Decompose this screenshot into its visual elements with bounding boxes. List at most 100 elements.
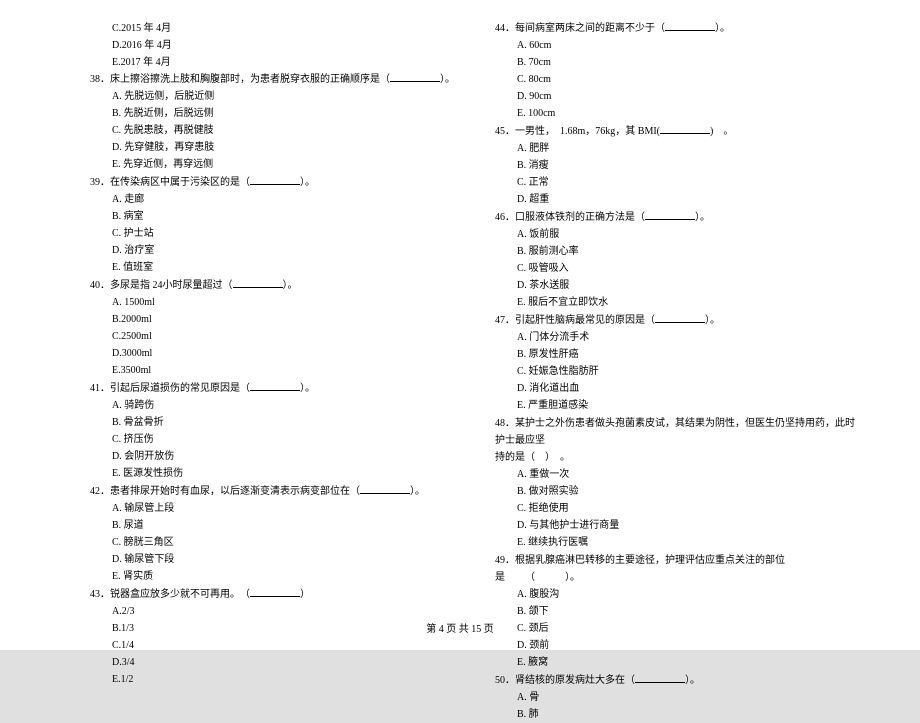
option: D. 会阴开放伤 [90,448,455,465]
option: B. 做对照实验 [495,483,860,500]
question-text: 38．床上擦浴擦洗上肢和胸腹部时，为患者脱穿衣服的正确顺序是（）。 [90,71,455,88]
question-text: 48．某护士之外伤患者做头孢菌素皮试，其结果为阴性，但医生仍坚持用药，此时护士最… [495,415,860,449]
option: C.2500ml [90,328,455,345]
option: E.3500ml [90,362,455,379]
option: B. 尿道 [90,517,455,534]
option: E. 医源发性损伤 [90,465,455,482]
option: A. 肥胖 [495,140,860,157]
answer-blank[interactable] [233,277,283,288]
option: C.1/4 [90,637,455,654]
answer-blank[interactable] [250,380,300,391]
option: B.2000ml [90,311,455,328]
question-49: 49．根据乳腺癌淋巴转移的主要途径，护理评估应重点关注的部位是 （ ）。 A. … [495,552,860,671]
option: E. 值班室 [90,259,455,276]
option: E. 继续执行医嘱 [495,534,860,551]
question-text: 43．锐器盒应放多少就不可再用。 （） [90,586,455,603]
option: A. 骑跨伤 [90,397,455,414]
question-48: 48．某护士之外伤患者做头孢菌素皮试，其结果为阴性，但医生仍坚持用药，此时护士最… [495,415,860,551]
option: D. 90cm [495,88,860,105]
answer-blank[interactable] [360,483,410,494]
question-text: 40．多尿是指 24小时尿量超过（）。 [90,277,455,294]
page-footer: 第 4 页 共 15 页 [0,620,920,635]
question-42: 42．患者排尿开始时有血尿，以后逐渐变清表示病变部位在（）。 A. 输尿管上段 … [90,483,455,585]
right-column: 44．每间病室两床之间的距离不少于（）。 A. 60cm B. 70cm C. … [495,20,860,580]
option: D.3/4 [90,654,455,671]
left-column: C.2015 年 4月 D.2016 年 4月 E.2017 年 4月 38．床… [90,20,455,580]
option: A.2/3 [90,603,455,620]
question-text: 41．引起后尿道损伤的常见原因是（）。 [90,380,455,397]
question-text-line2: 持的是（ ） 。 [495,449,860,466]
question-38: 38．床上擦浴擦洗上肢和胸腹部时，为患者脱穿衣服的正确顺序是（）。 A. 先脱远… [90,71,455,173]
option: A. 骨 [495,689,860,706]
question-text: 47．引起肝性脑病最常见的原因是（）。 [495,312,860,329]
answer-blank[interactable] [635,672,685,683]
option: E. 严重胆道感染 [495,397,860,414]
option: A. 腹股沟 [495,586,860,603]
option: C. 护士站 [90,225,455,242]
option: A. 输尿管上段 [90,500,455,517]
option: D. 茶水送服 [495,277,860,294]
question-46: 46．口服液体铁剂的正确方法是（）。 A. 饭前服 B. 服前测心率 C. 吸管… [495,209,860,311]
question-text: 44．每间病室两床之间的距离不少于（）。 [495,20,860,37]
answer-blank[interactable] [665,20,715,31]
option: A. 走廊 [90,191,455,208]
question-50: 50．肾结核的原发病灶大多在（）。 A. 骨 B. 肺 [495,672,860,723]
option: C. 妊娠急性脂肪肝 [495,363,860,380]
option: B. 先脱近侧，后脱远侧 [90,105,455,122]
option: E. 腋窝 [495,654,860,671]
option: B. 服前测心率 [495,243,860,260]
option: D. 颈前 [495,637,860,654]
question-40: 40．多尿是指 24小时尿量超过（）。 A. 1500ml B.2000ml C… [90,277,455,379]
option: B. 病室 [90,208,455,225]
option: C. 吸管吸入 [495,260,860,277]
option: C. 膀胱三角区 [90,534,455,551]
two-column-layout: C.2015 年 4月 D.2016 年 4月 E.2017 年 4月 38．床… [90,20,860,580]
option: A. 饭前服 [495,226,860,243]
option: A. 1500ml [90,294,455,311]
option: D.3000ml [90,345,455,362]
option: D. 治疗室 [90,242,455,259]
option: D. 消化道出血 [495,380,860,397]
option: A. 60cm [495,37,860,54]
footer-text: 第 4 页 共 15 页 [426,624,494,635]
option: E. 先穿近侧，再穿远侧 [90,156,455,173]
option: C.2015 年 4月 [90,20,455,37]
option: A. 重做一次 [495,466,860,483]
option: B. 消瘦 [495,157,860,174]
question-45: 45．一男性， 1.68m，76kg，其 BMI() 。 A. 肥胖 B. 消瘦… [495,123,860,208]
question-47: 47．引起肝性脑病最常见的原因是（）。 A. 门体分流手术 B. 原发性肝癌 C… [495,312,860,414]
answer-blank[interactable] [390,71,440,82]
option: C. 拒绝使用 [495,500,860,517]
option: B. 骨盆骨折 [90,414,455,431]
question-text: 45．一男性， 1.68m，76kg，其 BMI() 。 [495,123,860,140]
option: D. 输尿管下段 [90,551,455,568]
option: B. 颌下 [495,603,860,620]
question-43: 43．锐器盒应放多少就不可再用。 （） A.2/3 B.1/3 C.1/4 D.… [90,586,455,688]
option: D. 超重 [495,191,860,208]
answer-blank[interactable] [250,174,300,185]
option: D.2016 年 4月 [90,37,455,54]
answer-blank[interactable] [660,123,710,134]
option: A. 门体分流手术 [495,329,860,346]
option: C. 80cm [495,71,860,88]
question-text: 46．口服液体铁剂的正确方法是（）。 [495,209,860,226]
option: E. 100cm [495,105,860,122]
exam-page: C.2015 年 4月 D.2016 年 4月 E.2017 年 4月 38．床… [0,0,920,650]
option: E. 肾实质 [90,568,455,585]
option: D. 与其他护士进行商量 [495,517,860,534]
question-41: 41．引起后尿道损伤的常见原因是（）。 A. 骑跨伤 B. 骨盆骨折 C. 挤压… [90,380,455,482]
option: C. 先脱患肢，再脱健肢 [90,122,455,139]
answer-blank[interactable] [250,586,300,597]
question-text: 49．根据乳腺癌淋巴转移的主要途径，护理评估应重点关注的部位是 （ ）。 [495,552,860,586]
answer-blank[interactable] [655,312,705,323]
question-text: 42．患者排尿开始时有血尿，以后逐渐变清表示病变部位在（）。 [90,483,455,500]
question-44: 44．每间病室两床之间的距离不少于（）。 A. 60cm B. 70cm C. … [495,20,860,122]
option: B. 原发性肝癌 [495,346,860,363]
continued-options-q37: C.2015 年 4月 D.2016 年 4月 E.2017 年 4月 [90,20,455,71]
option: B. 70cm [495,54,860,71]
option: E. 服后不宜立即饮水 [495,294,860,311]
option: E.2017 年 4月 [90,54,455,71]
option: C. 正常 [495,174,860,191]
answer-blank[interactable] [645,209,695,220]
question-text: 39．在传染病区中属于污染区的是（）。 [90,174,455,191]
